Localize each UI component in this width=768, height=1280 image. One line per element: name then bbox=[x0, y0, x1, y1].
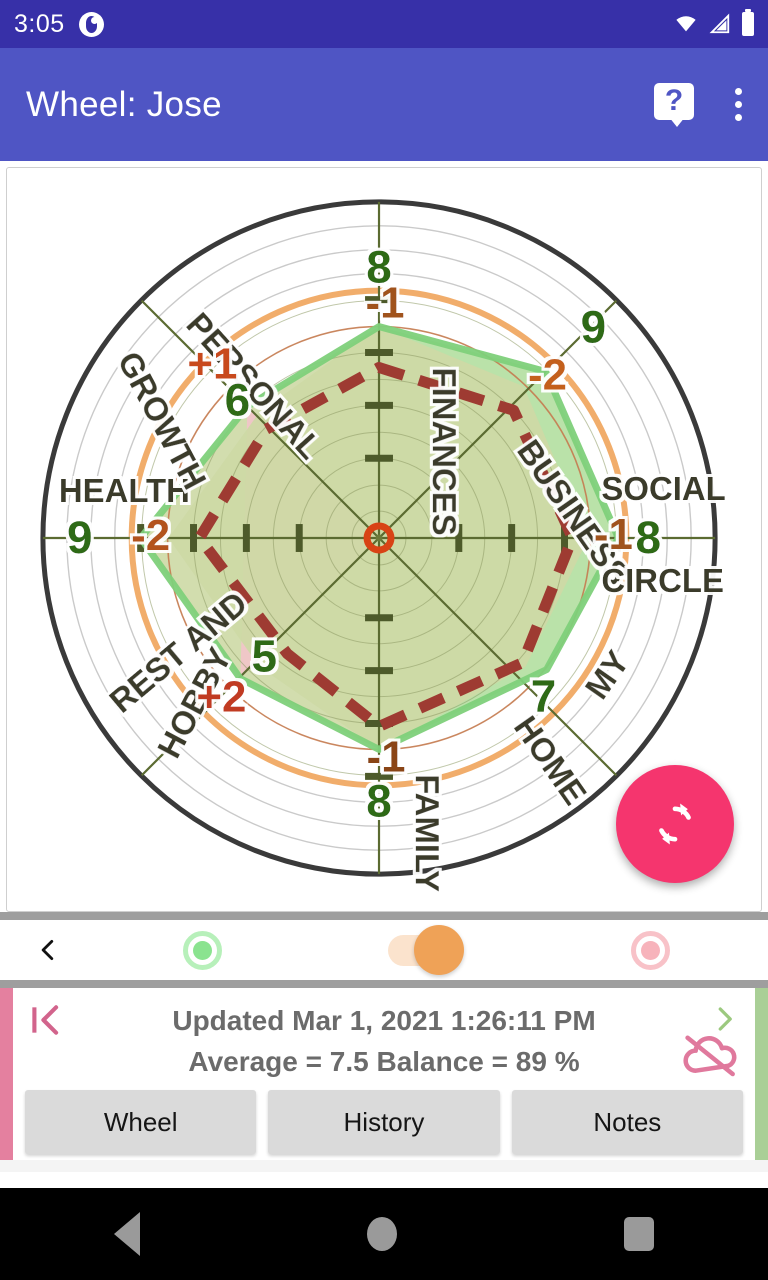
chart-delta-growth: +1 bbox=[187, 339, 237, 388]
signal-icon bbox=[709, 13, 730, 34]
toggle-switch-cell[interactable] bbox=[314, 925, 538, 975]
cloud-off-icon bbox=[683, 1035, 737, 1077]
status-bar-clock: 3:05 bbox=[14, 9, 65, 38]
refresh-sync-icon bbox=[659, 803, 691, 845]
status-bar-icons bbox=[674, 9, 754, 36]
orange-switch-knob bbox=[413, 925, 464, 975]
chart-value-myhome: 7 bbox=[531, 670, 557, 722]
kebab-menu-icon[interactable] bbox=[734, 88, 742, 121]
chart-label-social-1: SOCIAL bbox=[601, 470, 725, 507]
home-circle-icon[interactable] bbox=[366, 1217, 397, 1251]
chevron-left-icon bbox=[41, 939, 54, 961]
updated-row: Updated Mar 1, 2021 1:26:11 PM bbox=[13, 998, 755, 1043]
display-options-bar bbox=[6, 920, 762, 980]
chart-delta-business: -2 bbox=[528, 350, 567, 399]
chart-center-pin bbox=[375, 534, 383, 542]
battery-icon bbox=[742, 9, 754, 36]
tab-wheel[interactable]: Wheel bbox=[25, 1090, 257, 1154]
wifi-icon bbox=[676, 16, 696, 32]
help-icon-tail bbox=[669, 116, 685, 127]
help-icon[interactable]: ? bbox=[654, 82, 694, 127]
chart-delta-finances: -1 bbox=[365, 279, 404, 328]
panel-bottom-strip bbox=[0, 1160, 768, 1172]
updated-timestamp: Updated Mar 1, 2021 1:26:11 PM bbox=[172, 1004, 596, 1036]
divider-band-top bbox=[0, 912, 768, 920]
chart-value-business: 9 bbox=[581, 301, 607, 353]
green-radio[interactable] bbox=[182, 930, 222, 970]
chart-delta-social: -1 bbox=[594, 510, 633, 559]
status-bar: 3:05 bbox=[0, 0, 768, 48]
chart-value-social: 8 bbox=[636, 511, 662, 563]
tab-history[interactable]: History bbox=[268, 1090, 500, 1154]
app-bar-actions: ? bbox=[654, 82, 742, 127]
help-icon-label: ? bbox=[654, 82, 694, 120]
toggle-pink-cell[interactable] bbox=[538, 930, 762, 970]
chart-value-rest: 5 bbox=[252, 630, 278, 682]
app-root: 3:05 Wheel: Jose ? FINANCES BUSINESS SOC… bbox=[0, 0, 768, 1280]
chart-delta-rest: +2 bbox=[196, 673, 246, 722]
summary-row: Average = 7.5 Balance = 89 % bbox=[13, 1040, 755, 1084]
chart-label-finances: FINANCES bbox=[426, 367, 463, 535]
pink-radio[interactable] bbox=[630, 930, 670, 970]
view-tabs: Wheel History Notes bbox=[25, 1090, 743, 1154]
chart-delta-health: -2 bbox=[131, 511, 170, 560]
recents-square-icon[interactable] bbox=[624, 1217, 655, 1251]
summary-stats: Average = 7.5 Balance = 89 % bbox=[188, 1046, 580, 1077]
chart-delta-family: -1 bbox=[366, 732, 405, 781]
cloud-off-button[interactable] bbox=[679, 1030, 741, 1078]
app-bar: Wheel: Jose ? bbox=[0, 48, 768, 161]
orange-switch[interactable] bbox=[387, 925, 465, 975]
tab-notes[interactable]: Notes bbox=[511, 1090, 743, 1154]
chart-label-family: FAMILY bbox=[409, 774, 446, 892]
chart-label-home: HOME bbox=[507, 709, 594, 811]
android-nav-bar bbox=[0, 1188, 768, 1280]
chart-label-social-2: CIRCLE bbox=[601, 562, 723, 599]
page-title: Wheel: Jose bbox=[26, 84, 222, 124]
collapse-options-button[interactable] bbox=[6, 930, 90, 970]
divider-band-bottom bbox=[0, 980, 768, 988]
record-info-panel: Updated Mar 1, 2021 1:26:11 PM Average =… bbox=[0, 988, 768, 1160]
toggle-green-cell[interactable] bbox=[90, 930, 314, 970]
refresh-fab-button[interactable] bbox=[616, 765, 734, 883]
chart-label-health: HEALTH bbox=[59, 472, 190, 509]
back-triangle-icon[interactable] bbox=[113, 1212, 140, 1256]
chart-value-family: 8 bbox=[366, 774, 392, 826]
app-badge-icon bbox=[78, 11, 104, 37]
chart-value-health: 9 bbox=[67, 511, 93, 563]
